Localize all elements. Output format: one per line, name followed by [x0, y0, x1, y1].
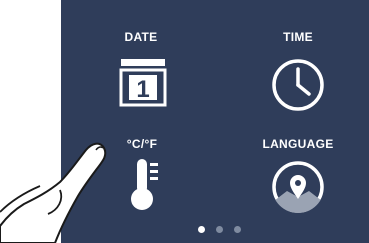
pointing-hand-illustration — [0, 142, 107, 243]
